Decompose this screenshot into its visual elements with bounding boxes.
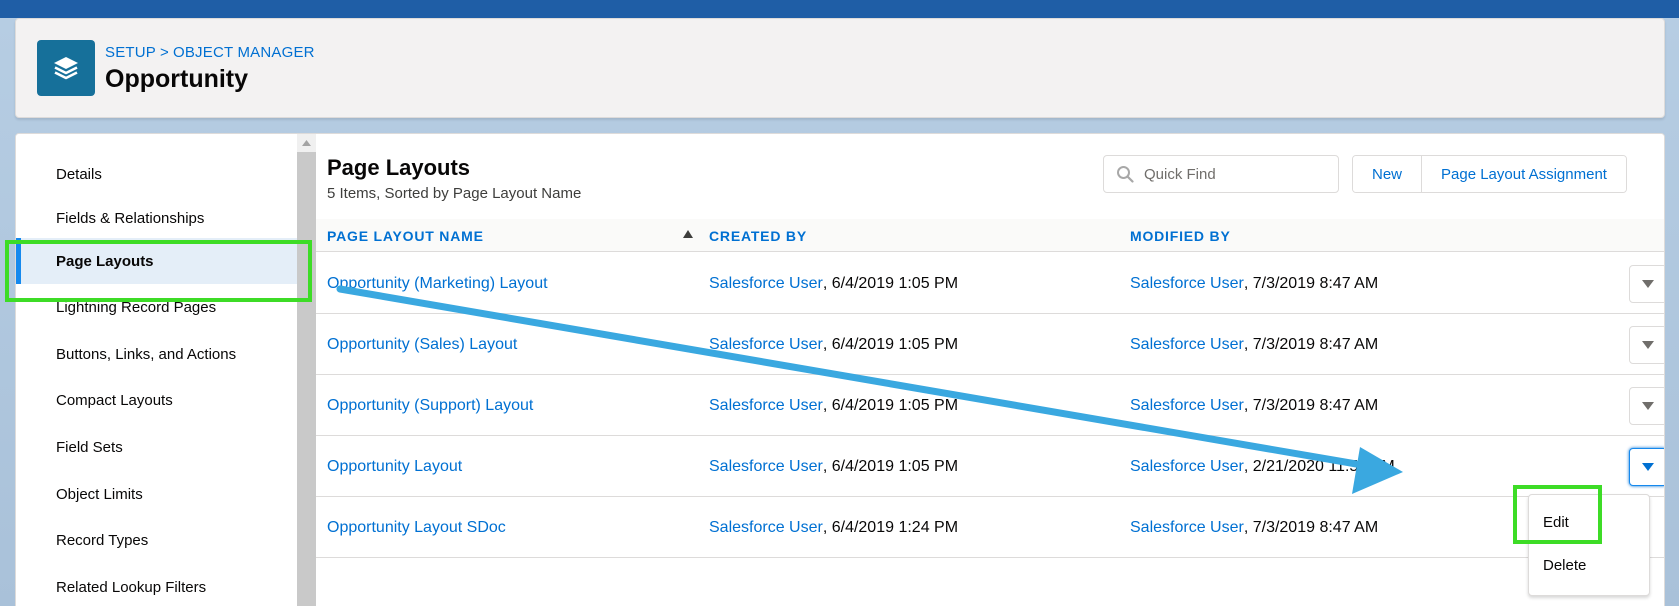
modified-date: , 2/21/2020 11:58 AM: [1243, 457, 1395, 475]
sidebar-item-lightning-record-pages[interactable]: Lightning Record Pages: [16, 284, 297, 330]
layout-name-link[interactable]: Opportunity Layout SDoc: [327, 519, 506, 537]
table-row: Opportunity (Support) Layout Salesforce …: [316, 375, 1664, 436]
object-header: SETUP > OBJECT MANAGER Opportunity: [15, 18, 1665, 118]
created-date: , 6/4/2019 1:24 PM: [822, 518, 959, 536]
created-by-user-link[interactable]: Salesforce User: [709, 275, 823, 293]
page-layouts-content: Page Layouts 5 Items, Sorted by Page Lay…: [316, 134, 1664, 606]
column-header-created-by[interactable]: CREATED BY: [709, 219, 807, 252]
created-date: , 6/4/2019 1:05 PM: [822, 396, 959, 414]
table-row: Opportunity (Sales) Layout Salesforce Us…: [316, 314, 1664, 375]
page-layout-assignment-button[interactable]: Page Layout Assignment: [1421, 156, 1626, 192]
page-title: Opportunity: [105, 65, 249, 93]
menu-item-delete[interactable]: Delete: [1543, 557, 1586, 574]
modified-date: , 7/3/2019 8:47 AM: [1243, 335, 1379, 353]
created-by-user-link[interactable]: Salesforce User: [709, 397, 823, 415]
table-header: PAGE LAYOUT NAME CREATED BY MODIFIED BY: [316, 219, 1664, 252]
row-actions-menu: Edit Delete: [1528, 494, 1650, 596]
row-actions-button-open[interactable]: [1629, 448, 1664, 486]
layout-name-link[interactable]: Opportunity (Marketing) Layout: [327, 275, 548, 293]
sidebar-item-label: Fields & Relationships: [56, 209, 205, 227]
sidebar-item-label: Details: [56, 165, 102, 183]
created-by-user-link[interactable]: Salesforce User: [709, 458, 823, 476]
breadcrumb-separator: >: [160, 44, 169, 61]
main-panel: Details Fields & Relationships Page Layo…: [15, 133, 1665, 606]
sidebar-item-label: Page Layouts: [56, 252, 154, 270]
modified-date: , 7/3/2019 8:47 AM: [1243, 518, 1379, 536]
sidebar-item-compact-layouts[interactable]: Compact Layouts: [16, 377, 297, 423]
layers-icon: [37, 40, 95, 96]
modified-by-user-link[interactable]: Salesforce User: [1130, 336, 1244, 354]
sidebar-item-fields-relationships[interactable]: Fields & Relationships: [16, 195, 297, 241]
created-date: , 6/4/2019 1:05 PM: [822, 457, 959, 475]
menu-item-edit[interactable]: Edit: [1543, 514, 1569, 531]
sidebar-item-buttons-links-actions[interactable]: Buttons, Links, and Actions: [16, 331, 297, 377]
chevron-down-icon: [1642, 402, 1654, 410]
sidebar-item-label: Compact Layouts: [56, 391, 173, 409]
sidebar-item-label: Buttons, Links, and Actions: [56, 345, 237, 363]
chevron-down-icon: [1642, 280, 1654, 288]
sidebar-item-label: Related Lookup Filters: [56, 578, 207, 596]
row-actions-button[interactable]: [1629, 265, 1664, 303]
top-bar: [0, 0, 1679, 18]
modified-date: , 7/3/2019 8:47 AM: [1243, 396, 1379, 414]
modified-by-user-link[interactable]: Salesforce User: [1130, 275, 1244, 293]
layout-name-link[interactable]: Opportunity (Support) Layout: [327, 397, 533, 415]
sidebar-item-details[interactable]: Details: [16, 151, 297, 197]
modified-date: , 7/3/2019 8:47 AM: [1243, 274, 1379, 292]
modified-by-user-link[interactable]: Salesforce User: [1130, 519, 1244, 537]
sidebar-item-field-sets[interactable]: Field Sets: [16, 424, 297, 470]
modified-by-user-link[interactable]: Salesforce User: [1130, 397, 1244, 415]
sidebar-item-page-layouts[interactable]: Page Layouts: [16, 238, 297, 284]
sidebar-item-related-lookup-filters[interactable]: Related Lookup Filters: [16, 564, 297, 606]
breadcrumb-object-manager[interactable]: OBJECT MANAGER: [173, 44, 315, 61]
modified-by-user-link[interactable]: Salesforce User: [1130, 458, 1244, 476]
search-icon: [1117, 166, 1134, 183]
created-date: , 6/4/2019 1:05 PM: [822, 274, 959, 292]
created-by-user-link[interactable]: Salesforce User: [709, 336, 823, 354]
created-by-user-link[interactable]: Salesforce User: [709, 519, 823, 537]
scroll-up-arrow-icon[interactable]: [297, 134, 316, 152]
header-button-group: New Page Layout Assignment: [1352, 155, 1627, 193]
content-subtitle: 5 Items, Sorted by Page Layout Name: [327, 185, 582, 202]
column-header-modified-by[interactable]: MODIFIED BY: [1130, 219, 1231, 252]
chevron-down-icon: [1642, 463, 1654, 471]
new-button[interactable]: New: [1353, 156, 1422, 192]
sidebar-item-object-limits[interactable]: Object Limits: [16, 471, 297, 517]
content-title: Page Layouts: [327, 155, 471, 180]
layout-name-link[interactable]: Opportunity (Sales) Layout: [327, 336, 517, 354]
table-row: Opportunity Layout Salesforce User, 6/4/…: [316, 436, 1664, 497]
breadcrumb: SETUP > OBJECT MANAGER: [105, 44, 315, 61]
row-actions-button[interactable]: [1629, 387, 1664, 425]
row-actions-button[interactable]: [1629, 326, 1664, 364]
quick-find-input[interactable]: [1144, 165, 1314, 183]
chevron-down-icon: [1642, 341, 1654, 349]
sidebar-scrollbar[interactable]: [297, 134, 316, 606]
sidebar-item-label: Lightning Record Pages: [56, 298, 217, 316]
table-row: Opportunity Layout SDoc Salesforce User,…: [316, 497, 1664, 558]
sidebar-item-label: Field Sets: [56, 438, 123, 456]
breadcrumb-setup[interactable]: SETUP: [105, 44, 156, 61]
sidebar: Details Fields & Relationships Page Layo…: [16, 134, 297, 606]
sort-ascending-icon[interactable]: [683, 230, 693, 238]
sidebar-item-label: Object Limits: [56, 485, 143, 503]
quick-find-field[interactable]: [1103, 155, 1339, 193]
table-row: Opportunity (Marketing) Layout Salesforc…: [316, 253, 1664, 314]
sidebar-item-record-types[interactable]: Record Types: [16, 517, 297, 563]
column-header-page-layout-name[interactable]: PAGE LAYOUT NAME: [327, 219, 484, 252]
created-date: , 6/4/2019 1:05 PM: [822, 335, 959, 353]
sidebar-item-label: Record Types: [56, 531, 149, 549]
layout-name-link[interactable]: Opportunity Layout: [327, 458, 462, 476]
